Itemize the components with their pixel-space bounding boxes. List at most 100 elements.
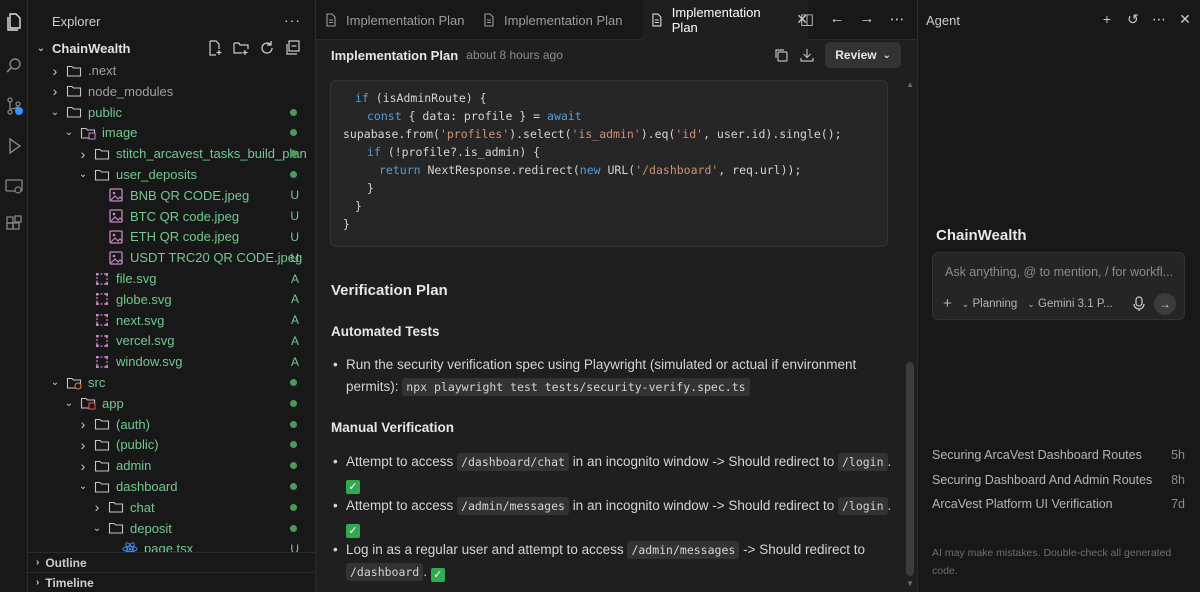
tree-item-stitch-arcavest-tasks-build-plan[interactable]: › stitch_arcavest_tasks_build_plan (28, 143, 315, 164)
tree-item-label: app (102, 395, 124, 411)
tree-item-globe-svg[interactable]: globe.svg A (28, 289, 315, 310)
tree-item-bnb-qr-code-jpeg[interactable]: BNB QR CODE.jpeg U (28, 185, 315, 206)
tab-implementation-plan-1[interactable]: Implementation Plan (316, 0, 474, 40)
timeline-section[interactable]: › Timeline (28, 572, 315, 592)
tree-item-admin[interactable]: › admin (28, 455, 315, 476)
tree-item-usdt-trc20-qr-code-jpeg[interactable]: USDT TRC20 QR CODE.jpeg U (28, 247, 315, 268)
folder-icon (108, 499, 124, 515)
chevron-down-icon: ⌄ (64, 397, 74, 409)
history-icon[interactable]: ↺ (1126, 11, 1140, 28)
chevron-right-icon: › (36, 577, 40, 588)
explorer-title: Explorer (52, 14, 101, 29)
chat-input[interactable]: Ask anything, @ to mention, / for workfl… (945, 265, 1177, 279)
tree-item-label: next.svg (116, 312, 165, 328)
git-status-dot (290, 503, 297, 511)
inline-code: npx playwright test tests/security-verif… (402, 378, 750, 396)
tree-item-public[interactable]: › (public) (28, 434, 315, 455)
tree-item-chat[interactable]: › chat (28, 497, 315, 518)
more-actions-icon[interactable]: ··· (284, 12, 301, 28)
plus-icon[interactable]: + (1100, 11, 1114, 28)
code-line: supabase.from('profiles').select('is_adm… (343, 127, 842, 141)
run-debug-icon[interactable] (4, 136, 24, 156)
tree-item-src[interactable]: ⌄ src (28, 372, 315, 393)
history-title: Securing Dashboard And Admin Routes (932, 473, 1153, 487)
svg-file-icon (94, 333, 110, 349)
tree-item-window-svg[interactable]: window.svg A (28, 351, 315, 372)
tree-item-next-svg[interactable]: next.svg A (28, 310, 315, 331)
copy-icon[interactable] (773, 47, 789, 63)
tab-implementation-plan-active[interactable]: Implementation Plan ✕ (642, 0, 808, 40)
inline-code: /admin/messages (457, 497, 569, 515)
extensions-icon[interactable] (4, 214, 24, 234)
inline-code: /login (837, 453, 888, 471)
tree-item-label: BNB QR CODE.jpeg (130, 187, 250, 203)
outline-label: Outline (45, 555, 87, 570)
download-icon[interactable] (799, 47, 815, 63)
arrow-left-icon[interactable]: ← (829, 10, 845, 28)
collapse-all-icon[interactable] (285, 40, 301, 56)
add-context-icon[interactable]: + (943, 295, 952, 312)
tree-item-auth[interactable]: › (auth) (28, 414, 315, 435)
doc-title: Implementation Plan (331, 47, 459, 63)
git-status-dot (290, 108, 297, 116)
remote-explorer-icon[interactable] (4, 176, 24, 196)
refresh-icon[interactable] (259, 40, 275, 56)
tree-item-label: (auth) (116, 416, 150, 432)
microphone-icon[interactable] (1132, 296, 1146, 312)
mode-select[interactable]: ⌄ Planning (962, 298, 1018, 310)
agent-title: Agent (926, 13, 960, 28)
source-control-icon[interactable] (4, 96, 24, 116)
image-file-icon (108, 208, 124, 224)
folder-icon (94, 458, 110, 474)
editor-actions: ◫ ← → ⋯ (799, 10, 905, 28)
more-actions-icon[interactable]: ⋯ (889, 10, 905, 28)
new-file-icon[interactable] (207, 40, 223, 56)
scroll-up-icon[interactable]: ▲ (906, 80, 914, 89)
history-item[interactable]: Securing Dashboard And Admin Routes 8h (932, 473, 1185, 493)
git-status-dot (290, 524, 297, 532)
scrollbar-thumb[interactable] (906, 362, 914, 576)
outline-section[interactable]: › Outline (28, 552, 315, 572)
tree-item-label: window.svg (116, 354, 183, 370)
new-folder-icon[interactable] (233, 40, 249, 56)
explorer-panel: Explorer ··· ⌄ ChainWealth › .next › node_m… (28, 0, 316, 592)
search-icon[interactable] (4, 56, 24, 76)
tree-item-file-svg[interactable]: file.svg A (28, 268, 315, 289)
chevron-right-icon: › (80, 145, 86, 162)
workspace-root-label: ChainWealth (52, 41, 131, 56)
image-file-icon (108, 187, 124, 203)
git-status-dot (290, 420, 297, 428)
explorer-icon[interactable] (4, 12, 24, 32)
tree-item-deposit[interactable]: ⌄ deposit (28, 518, 315, 539)
tab-implementation-plan-2[interactable]: Implementation Plan (474, 0, 644, 40)
tree-item-public[interactable]: ⌄ public (28, 102, 315, 123)
agent-panel: Agent + ↺ ⋯ ✕ ChainWealth Ask anything, … (917, 0, 1200, 592)
document-icon (652, 13, 662, 26)
tree-item-eth-qr-code-jpeg[interactable]: ETH QR code.jpeg U (28, 226, 315, 247)
git-status-badge: U (290, 209, 299, 224)
arrow-right-icon[interactable]: → (859, 10, 875, 28)
more-actions-icon[interactable]: ⋯ (1152, 11, 1166, 28)
tree-item-vercel-svg[interactable]: vercel.svg A (28, 330, 315, 351)
model-select[interactable]: ⌄ Gemini 3.1 P... (1027, 298, 1112, 310)
split-editor-icon[interactable]: ◫ (799, 10, 815, 28)
close-icon[interactable]: ✕ (1178, 11, 1192, 28)
tree-item-app[interactable]: ⌄ app (28, 393, 315, 414)
inline-code: /dashboard (346, 563, 424, 581)
history-time: 7d (1171, 497, 1185, 511)
history-item[interactable]: Securing ArcaVest Dashboard Routes 5h (932, 448, 1185, 468)
tree-item-user-deposits[interactable]: ⌄ user_deposits (28, 164, 315, 185)
tree-item-image[interactable]: ⌄ image (28, 122, 315, 143)
git-status-dot (290, 462, 297, 470)
doc-toolbar: Review ⌄ (773, 42, 901, 68)
tree-item-dashboard[interactable]: ⌄ dashboard (28, 476, 315, 497)
list-item: • Attempt to access /dashboard/chat in a… (333, 453, 892, 494)
review-button[interactable]: Review ⌄ (825, 42, 901, 68)
history-item[interactable]: ArcaVest Platform UI Verification 7d (932, 497, 1185, 517)
list-item: • Run the security verification spec usi… (333, 357, 857, 396)
tree-item-btc-qr-code-jpeg[interactable]: BTC QR code.jpeg U (28, 206, 315, 227)
tree-item-node-modules[interactable]: › node_modules (28, 81, 315, 102)
scroll-down-icon[interactable]: ▼ (906, 579, 914, 588)
send-button[interactable]: → (1154, 293, 1176, 315)
tree-item-next[interactable]: › .next (28, 60, 315, 81)
